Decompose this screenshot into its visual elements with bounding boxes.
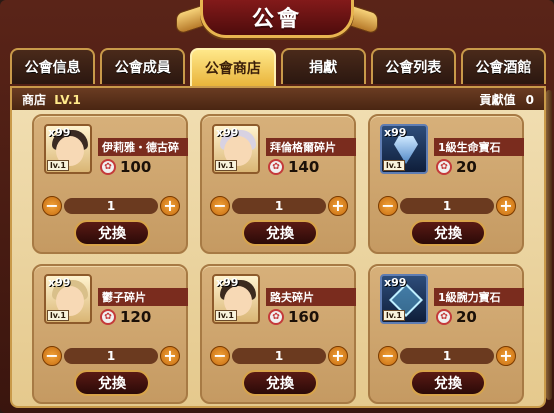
item-level-badge: lv.1: [215, 160, 237, 171]
minus-button[interactable]: −: [210, 346, 230, 366]
price-value: 160: [288, 308, 320, 326]
item-name: 路夫碎片: [266, 288, 356, 306]
plus-button[interactable]: +: [328, 346, 348, 366]
shop-level-group: 商店 LV.1: [22, 91, 81, 108]
item-grid: x99 lv.1 伊莉雅・德古碎 ✿ 100 − 1 + 兌換 x99 lv.1…: [32, 114, 532, 404]
shop-item-card: x99 lv.1 拜倫格爾碎片 ✿ 140 − 1 + 兌換: [200, 114, 356, 254]
item-portrait[interactable]: x99 lv.1: [44, 274, 92, 324]
item-name: 鬱子碎片: [98, 288, 188, 306]
item-level-badge: lv.1: [47, 160, 69, 171]
tab-bar: 公會信息 公會成員 公會商店 捐獻 公會列表 公會酒館: [10, 48, 547, 86]
contribution-group: 貢獻值 0: [479, 91, 534, 108]
guild-coin-icon: ✿: [436, 159, 452, 175]
quantity-stepper: − 1 +: [378, 196, 516, 216]
item-portrait[interactable]: x99 lv.1: [212, 274, 260, 324]
exchange-button[interactable]: 兌換: [410, 220, 486, 246]
shop-item-card: x99 lv.1 伊莉雅・德古碎 ✿ 100 − 1 + 兌換: [32, 114, 188, 254]
minus-button[interactable]: −: [378, 196, 398, 216]
item-price: ✿ 140: [268, 158, 319, 176]
plus-button[interactable]: +: [496, 346, 516, 366]
price-value: 20: [456, 158, 477, 176]
quantity-field[interactable]: 1: [64, 198, 158, 214]
quantity-field[interactable]: 1: [232, 198, 326, 214]
item-name: 拜倫格爾碎片: [266, 138, 356, 156]
contribution-label: 貢獻值: [479, 92, 516, 107]
item-level-badge: lv.1: [383, 160, 405, 171]
tab-guild-shop[interactable]: 公會商店: [190, 48, 276, 86]
item-quantity: x99: [48, 126, 71, 139]
page-title: 公會: [251, 6, 302, 32]
quantity-field[interactable]: 1: [400, 348, 494, 364]
minus-button[interactable]: −: [210, 196, 230, 216]
guild-coin-icon: ✿: [268, 309, 284, 325]
quantity-stepper: − 1 +: [210, 346, 348, 366]
quantity-stepper: − 1 +: [42, 196, 180, 216]
item-name: 1級生命寶石: [434, 138, 524, 156]
shop-level: LV.1: [54, 92, 81, 107]
shop-item-card: x99 lv.1 路夫碎片 ✿ 160 − 1 + 兌換: [200, 264, 356, 404]
item-price: ✿ 20: [436, 308, 477, 326]
item-portrait[interactable]: x99 lv.1: [380, 124, 428, 174]
guild-coin-icon: ✿: [100, 159, 116, 175]
item-name: 1級腕力寶石: [434, 288, 524, 306]
shop-item-card: x99 lv.1 1級生命寶石 ✿ 20 − 1 + 兌換: [368, 114, 524, 254]
exchange-button[interactable]: 兌換: [74, 370, 150, 396]
quantity-stepper: − 1 +: [210, 196, 348, 216]
item-quantity: x99: [216, 276, 239, 289]
item-quantity: x99: [384, 276, 407, 289]
tab-guild-members[interactable]: 公會成員: [100, 48, 186, 84]
item-quantity: x99: [216, 126, 239, 139]
minus-button[interactable]: −: [42, 346, 62, 366]
tab-guild-list[interactable]: 公會列表: [370, 48, 456, 84]
quantity-field[interactable]: 1: [400, 198, 494, 214]
minus-button[interactable]: −: [378, 346, 398, 366]
title-plate: 公會: [200, 0, 354, 38]
exchange-button[interactable]: 兌換: [242, 220, 318, 246]
plus-button[interactable]: +: [160, 196, 180, 216]
item-quantity: x99: [384, 126, 407, 139]
item-level-badge: lv.1: [383, 310, 405, 321]
guild-window: 公會 公會信息 公會成員 公會商店 捐獻 公會列表 公會酒館 商店 LV.1 貢…: [0, 0, 554, 413]
item-price: ✿ 20: [436, 158, 477, 176]
guild-coin-icon: ✿: [436, 309, 452, 325]
title-banner: 公會: [176, 0, 378, 44]
price-value: 100: [120, 158, 152, 176]
quantity-field[interactable]: 1: [64, 348, 158, 364]
exchange-button[interactable]: 兌換: [410, 370, 486, 396]
item-portrait[interactable]: x99 lv.1: [44, 124, 92, 174]
item-price: ✿ 100: [100, 158, 151, 176]
shop-status-bar: 商店 LV.1 貢獻值 0: [12, 88, 544, 110]
price-value: 120: [120, 308, 152, 326]
shop-item-card: x99 lv.1 1級腕力寶石 ✿ 20 − 1 + 兌換: [368, 264, 524, 404]
quantity-stepper: − 1 +: [42, 346, 180, 366]
item-portrait[interactable]: x99 lv.1: [212, 124, 260, 174]
item-name: 伊莉雅・德古碎: [98, 138, 188, 156]
exchange-button[interactable]: 兌換: [242, 370, 318, 396]
plus-button[interactable]: +: [496, 196, 516, 216]
shop-item-card: x99 lv.1 鬱子碎片 ✿ 120 − 1 + 兌換: [32, 264, 188, 404]
tab-donate[interactable]: 捐獻: [280, 48, 366, 84]
minus-button[interactable]: −: [42, 196, 62, 216]
shop-panel: 商店 LV.1 貢獻值 0 x99 lv.1 伊莉雅・德古碎 ✿ 100 − 1…: [10, 86, 546, 408]
quantity-stepper: − 1 +: [378, 346, 516, 366]
tab-guild-tavern[interactable]: 公會酒館: [460, 48, 547, 84]
exchange-button[interactable]: 兌換: [74, 220, 150, 246]
item-quantity: x99: [48, 276, 71, 289]
tab-guild-info[interactable]: 公會信息: [10, 48, 96, 84]
item-portrait[interactable]: x99 lv.1: [380, 274, 428, 324]
item-price: ✿ 120: [100, 308, 151, 326]
shop-label: 商店: [22, 92, 47, 107]
scrollbar[interactable]: [546, 90, 552, 400]
item-level-badge: lv.1: [47, 310, 69, 321]
price-value: 20: [456, 308, 477, 326]
guild-coin-icon: ✿: [100, 309, 116, 325]
contribution-value: 0: [525, 92, 534, 107]
plus-button[interactable]: +: [328, 196, 348, 216]
item-level-badge: lv.1: [215, 310, 237, 321]
price-value: 140: [288, 158, 320, 176]
plus-button[interactable]: +: [160, 346, 180, 366]
item-price: ✿ 160: [268, 308, 319, 326]
guild-coin-icon: ✿: [268, 159, 284, 175]
quantity-field[interactable]: 1: [232, 348, 326, 364]
